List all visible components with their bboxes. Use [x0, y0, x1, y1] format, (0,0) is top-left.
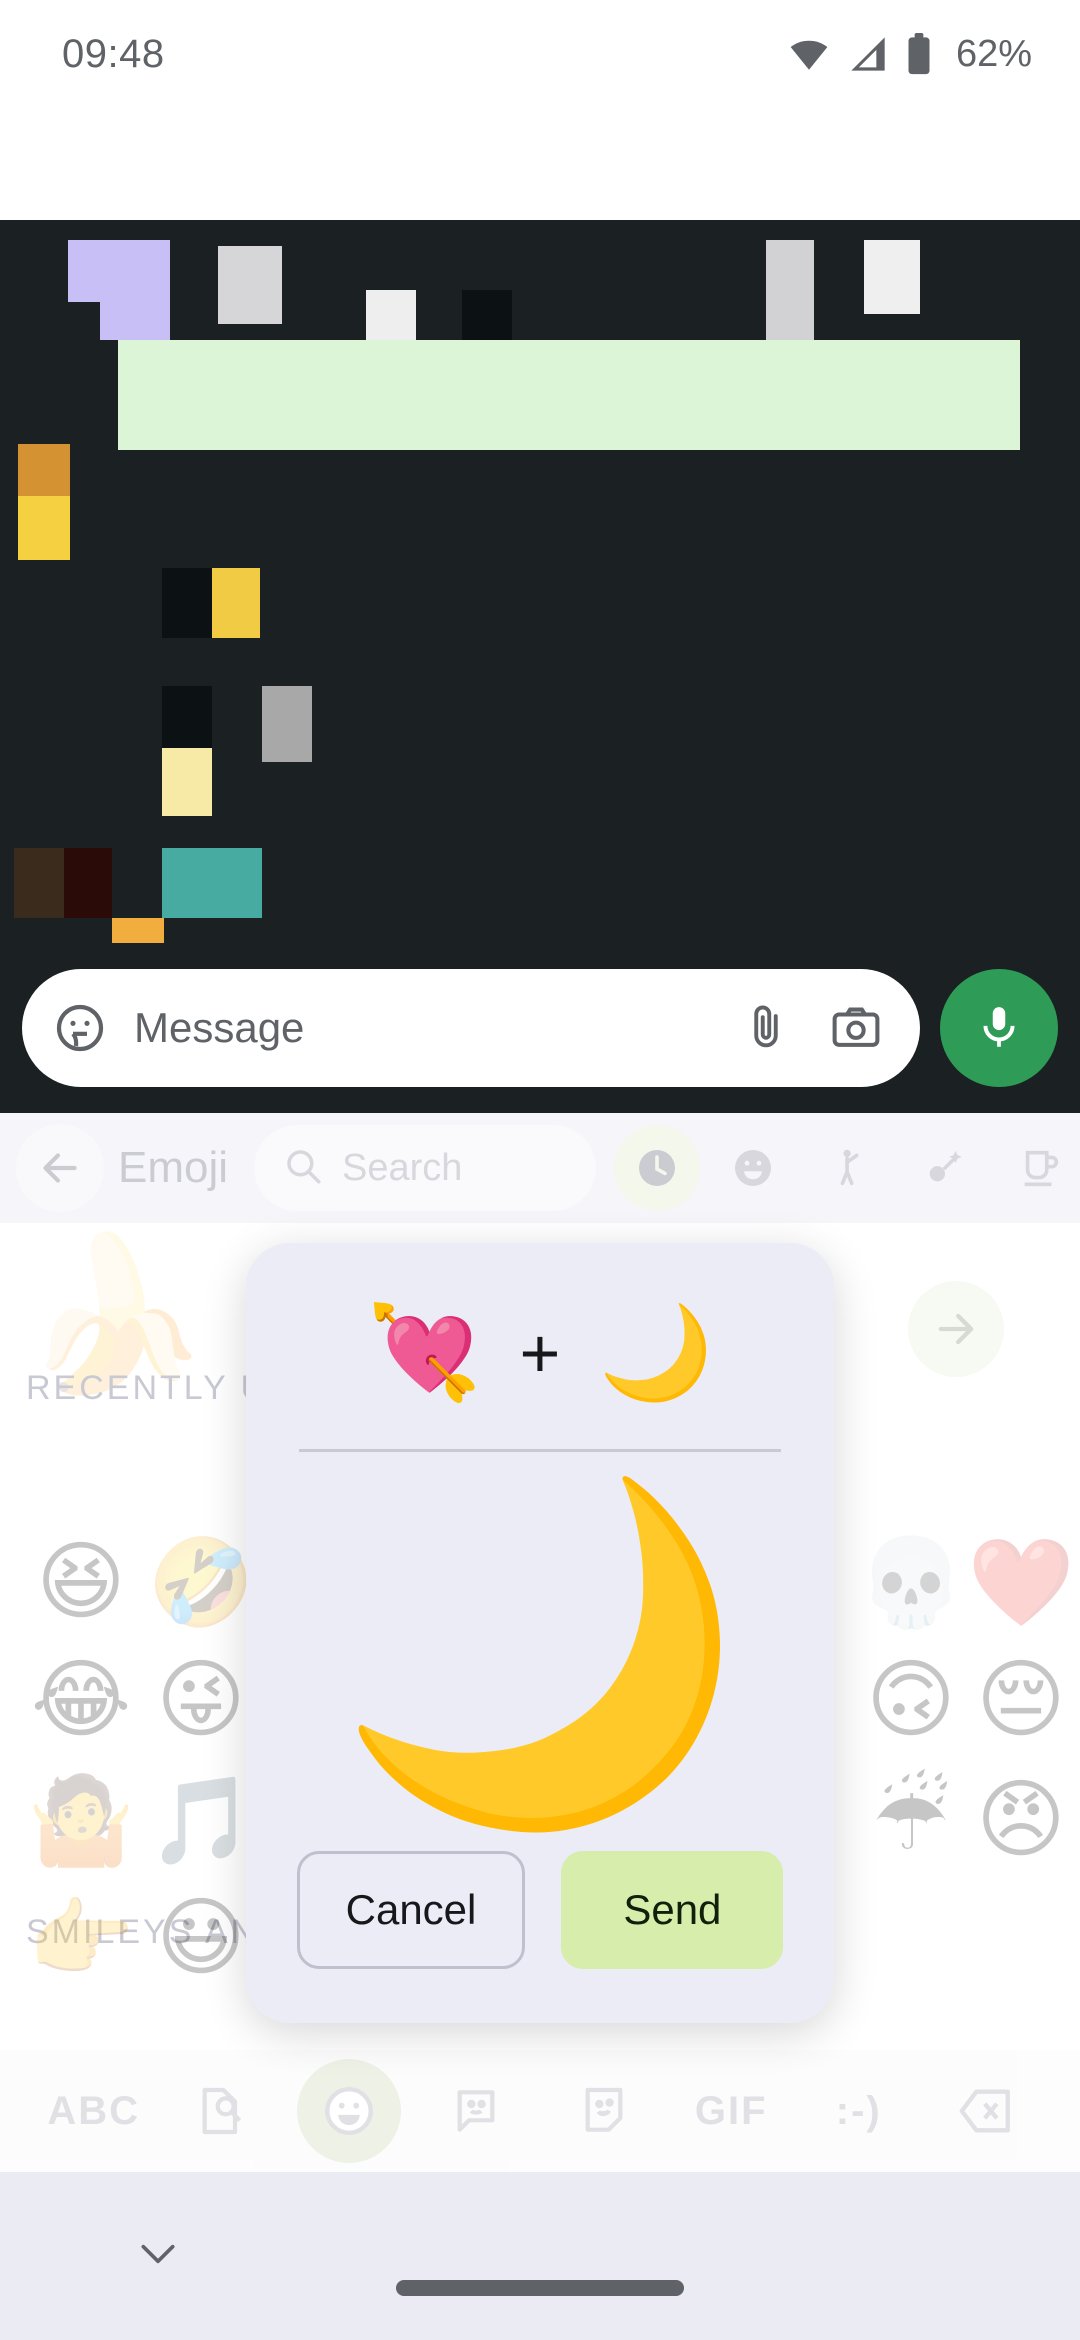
emoji-search-field[interactable]: Search: [254, 1125, 597, 1211]
combo-plus-operator: +: [519, 1314, 561, 1392]
emoji-cell-grinning-face-with-big-eyes[interactable]: 😃: [142, 1879, 260, 1997]
battery-icon: [906, 33, 932, 75]
emoji-picker-header: Emoji Search: [0, 1113, 1080, 1223]
emoji-kitchen-dialog: 💘 + 🌙 🌙 Cancel Send: [246, 1243, 834, 2023]
emoticon-key[interactable]: :-): [807, 2059, 911, 2163]
system-navigation-bar: [0, 2172, 1080, 2340]
redaction-block: [262, 686, 312, 762]
combo-left-emoji[interactable]: 💘: [367, 1307, 482, 1399]
result-preview-area: 🌙: [246, 1452, 834, 1851]
emoji-category-recent[interactable]: [614, 1125, 701, 1211]
emoji-back-button[interactable]: [16, 1124, 104, 1212]
home-gesture-bar[interactable]: [396, 2280, 684, 2296]
camera-icon[interactable]: [824, 996, 888, 1060]
emoticon-key-label: :-): [835, 2088, 882, 2133]
gif-key[interactable]: GIF: [679, 2059, 783, 2163]
voice-message-button[interactable]: [940, 969, 1058, 1087]
sticker-face-icon[interactable]: [48, 996, 112, 1060]
mashup-result-emoji[interactable]: 🌙: [335, 1487, 746, 1817]
redaction-block: [162, 568, 212, 638]
paperclip-icon[interactable]: [734, 996, 798, 1060]
abc-key-label: ABC: [47, 2088, 141, 2133]
abc-key[interactable]: ABC: [42, 2059, 146, 2163]
redaction-block: [18, 496, 70, 560]
emoji-cell-winking-face-with-tongue[interactable]: 😜: [142, 1641, 260, 1759]
chevron-down-icon[interactable]: [128, 2234, 188, 2274]
status-clock: 09:48: [62, 31, 165, 76]
next-variants-arrow-button[interactable]: [908, 1281, 1004, 1377]
emoji-cell-upside-down-face[interactable]: 🙃: [852, 1641, 970, 1759]
redaction-block: [100, 240, 170, 340]
message-composer: Message: [0, 943, 1080, 1113]
emoji-cell-angry-face[interactable]: 😠: [962, 1761, 1080, 1879]
gif-key-label: GIF: [694, 2088, 768, 2133]
emoji-cell-umbrella-with-rain-drops[interactable]: ☔: [852, 1761, 970, 1879]
send-button[interactable]: Send: [561, 1851, 784, 1969]
status-icon-group: 62%: [788, 33, 1032, 76]
emoji-picker-title: Emoji: [118, 1143, 229, 1192]
emoji-cell-skull[interactable]: 💀: [852, 1523, 970, 1641]
emoji-cell-backhand-index-pointing-right[interactable]: 👉: [22, 1879, 140, 1997]
avatar-sticker-icon[interactable]: [552, 2059, 656, 2163]
emoji-cell-face-with-tears-of-joy[interactable]: 😂: [22, 1641, 140, 1759]
emoji-sticker-icon[interactable]: [424, 2059, 528, 2163]
message-input-pill[interactable]: Message: [22, 969, 920, 1087]
emoji-cell-rolling-on-the-floor-laughing[interactable]: 🤣: [142, 1523, 260, 1641]
redaction-block: [212, 568, 260, 638]
redaction-block: [218, 246, 282, 324]
redaction-block: [118, 340, 1020, 450]
battery-percent-label: 62%: [955, 32, 1032, 75]
redaction-block: [64, 848, 112, 918]
redaction-block: [162, 748, 212, 816]
redaction-block: [14, 848, 64, 918]
cancel-button[interactable]: Cancel: [296, 1851, 526, 1969]
emoji-category-nature[interactable]: [902, 1125, 988, 1211]
section-label-recently-used: RECENTLY U: [26, 1369, 269, 1407]
emoji-category-bar: [614, 1125, 1080, 1211]
conversation-area[interactable]: Message: [0, 108, 1080, 1113]
status-bar: 09:48 62%: [0, 0, 1080, 108]
backspace-icon[interactable]: [934, 2059, 1038, 2163]
dialog-action-row: Cancel Send: [296, 1851, 784, 2023]
emoji-cell-grinning-squinting-face[interactable]: 😆: [22, 1523, 140, 1641]
search-icon: [282, 1145, 324, 1192]
emoji-cell-red-heart[interactable]: ❤️: [962, 1523, 1080, 1641]
emoji-cell-person-shrugging[interactable]: 🤷: [22, 1761, 140, 1879]
keyboard-toolbar: ABC GIF:-): [0, 2050, 1080, 2172]
emoji-search-placeholder: Search: [342, 1146, 463, 1189]
phone-screen: 09:48 62% Message Emoji Search 🍌 RECENTL…: [0, 0, 1080, 2340]
emoji-cell-pensive-face[interactable]: 😔: [962, 1641, 1080, 1759]
emoji-icon[interactable]: [296, 2059, 401, 2163]
sticker-search-icon[interactable]: [169, 2059, 273, 2163]
redaction-block: [864, 240, 920, 314]
redaction-block: [162, 848, 262, 918]
cellular-signal-icon: [848, 34, 888, 74]
redaction-block: [766, 240, 814, 350]
message-input-placeholder[interactable]: Message: [134, 1004, 734, 1052]
emoji-category-smileys[interactable]: [710, 1125, 796, 1211]
wifi-icon: [788, 33, 830, 75]
combo-right-emoji[interactable]: 🌙: [598, 1307, 713, 1399]
emoji-category-food[interactable]: [998, 1125, 1080, 1211]
emoji-cell-musical-note[interactable]: 🎵: [142, 1761, 260, 1879]
emoji-combination-row: 💘 + 🌙: [246, 1289, 834, 1417]
emoji-category-people[interactable]: [806, 1125, 892, 1211]
